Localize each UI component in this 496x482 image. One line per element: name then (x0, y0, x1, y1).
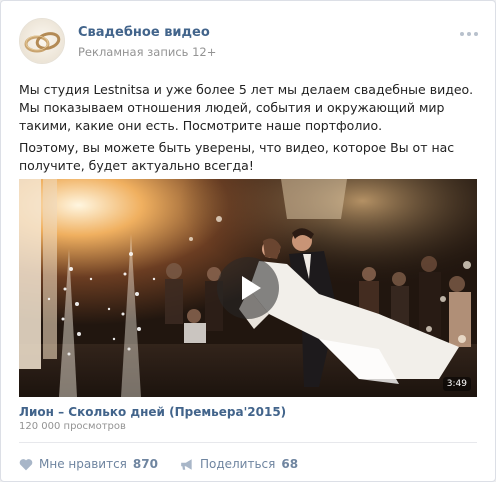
more-dot-icon (467, 32, 471, 36)
more-dot-icon (474, 32, 478, 36)
like-count: 870 (132, 457, 158, 471)
video-duration: 3:49 (442, 377, 471, 391)
play-icon (242, 276, 261, 300)
share-button[interactable]: Поделиться 68 (180, 457, 298, 471)
post-text-paragraph: Поэтому, вы можете быть уверены, что вид… (19, 140, 455, 173)
post-footer: Мне нравится 870 Поделиться 68 (19, 451, 298, 477)
like-label: Мне нравится (39, 457, 127, 471)
like-button[interactable]: Мне нравится 870 (19, 457, 158, 471)
avatar[interactable] (19, 18, 65, 64)
post-author-name[interactable]: Свадебное видео (78, 25, 210, 40)
video-title[interactable]: Лион – Сколько дней (Премьера'2015) (19, 405, 286, 419)
post-subtitle[interactable]: Рекламная запись 12+ (78, 45, 216, 59)
megaphone-icon (181, 458, 192, 470)
video-views: 120 000 просмотров (19, 421, 126, 432)
post-card: Свадебное видео Рекламная запись 12+ Мы … (0, 0, 496, 482)
more-dot-icon (460, 32, 464, 36)
share-label: Поделиться (199, 457, 276, 471)
divider (19, 442, 477, 443)
more-options-button[interactable] (460, 32, 478, 36)
wedding-rings-icon (20, 19, 64, 63)
play-button[interactable] (217, 257, 279, 319)
video-thumbnail[interactable]: 3:49 (19, 179, 477, 397)
share-count: 68 (281, 457, 299, 471)
post-text-paragraph: Мы студия Lestnitsa и уже более 5 лет мы… (19, 82, 474, 133)
heart-icon (19, 458, 33, 470)
